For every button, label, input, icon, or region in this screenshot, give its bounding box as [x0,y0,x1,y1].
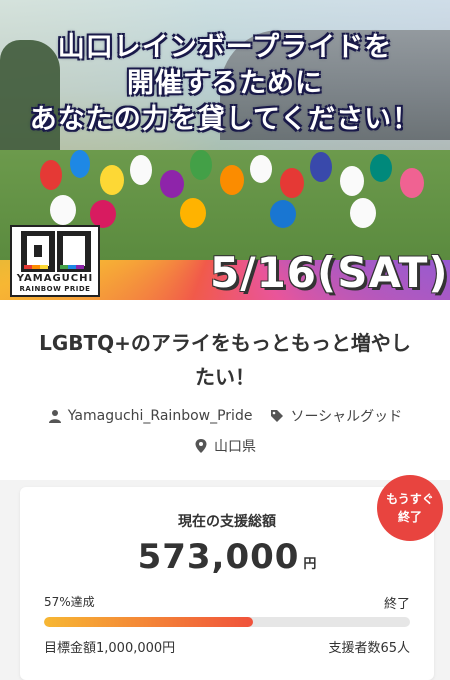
banner-line-3: あなたの力を貸してください！ [29,104,421,135]
logo-text-rainbow-pride: RAINBOW PRIDE [19,285,91,293]
logo-mark-icon [21,231,91,272]
ending-soon-badge: もうすぐ 終了 [377,475,443,541]
funding-label: 現在の支援総額 [178,514,276,530]
hero-image: 山口レインボープライドを 開催するために あなたの力を貸してください！ YAMA… [0,0,450,300]
badge-line-2: 終了 [397,510,422,524]
location-pin-icon [195,439,207,453]
funding-progress-fill [44,617,253,627]
funding-card: 現在の支援総額 573,000 円 57%達成 終了 目標金額1,000,000円… [20,487,434,680]
banner-line-2: 開催するために [127,68,323,99]
funding-amount-unit: 円 [303,557,317,572]
hero-banner: 山口レインボープライドを 開催するために あなたの力を貸してください！ [0,30,450,142]
project-location-name: 山口県 [214,439,256,455]
funding-goal: 目標金額1,000,000円 [44,641,176,656]
badge-line-1: もうすぐ [386,492,434,506]
project-owner[interactable]: Yamaguchi_Rainbow_Pride [48,408,253,424]
funding-amount: 573,000 円 [20,537,434,577]
project-category-name: ソーシャルグッド [290,409,403,425]
project-title: LGBTQ+のアライをもっともっと増やしたい！ [39,331,411,389]
banner-line-1: 山口レインボープライドを [57,32,393,63]
project-location[interactable]: 山口県 [194,436,256,456]
yamaguchi-rainbow-pride-logo: YAMAGUCHI RAINBOW PRIDE [10,225,100,297]
tag-icon [271,410,284,422]
event-date: 5/16(SAT) [210,248,449,297]
funding-backers: 支援者数65人 [328,641,410,656]
funding-percent: 57%達成 [44,595,95,609]
funding-progress-bar [44,617,410,627]
project-category[interactable]: ソーシャルグッド [270,406,402,426]
project-summary: LGBTQ+のアライをもっともっと増やしたい！ Yamaguchi_Rainbo… [0,300,450,480]
user-icon [48,410,61,423]
logo-text-yamaguchi: YAMAGUCHI [16,273,94,284]
funding-amount-value: 573,000 [137,537,300,577]
project-owner-name: Yamaguchi_Rainbow_Pride [67,408,253,424]
funding-status: 終了 [383,597,410,612]
